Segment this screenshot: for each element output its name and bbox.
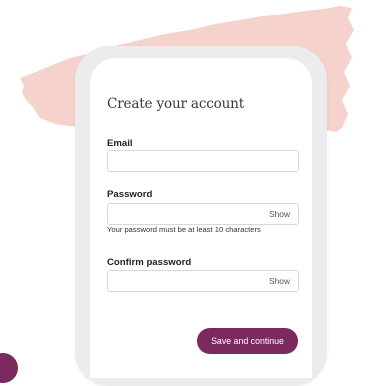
password-field[interactable]: Show [107,203,299,225]
email-field[interactable] [107,150,299,172]
signup-screen: Create your account Email Password Show … [90,58,312,378]
password-label: Password [107,189,153,200]
confirm-password-field[interactable]: Show [107,270,299,292]
password-show-toggle[interactable]: Show [269,209,290,219]
save-and-continue-button[interactable]: Save and continue [197,328,298,354]
page-title: Create your account [107,96,245,112]
email-label: Email [107,138,133,149]
confirm-password-label: Confirm password [107,257,192,268]
confirm-show-toggle[interactable]: Show [269,276,290,286]
password-hint: Your password must be at least 10 charac… [107,225,261,234]
